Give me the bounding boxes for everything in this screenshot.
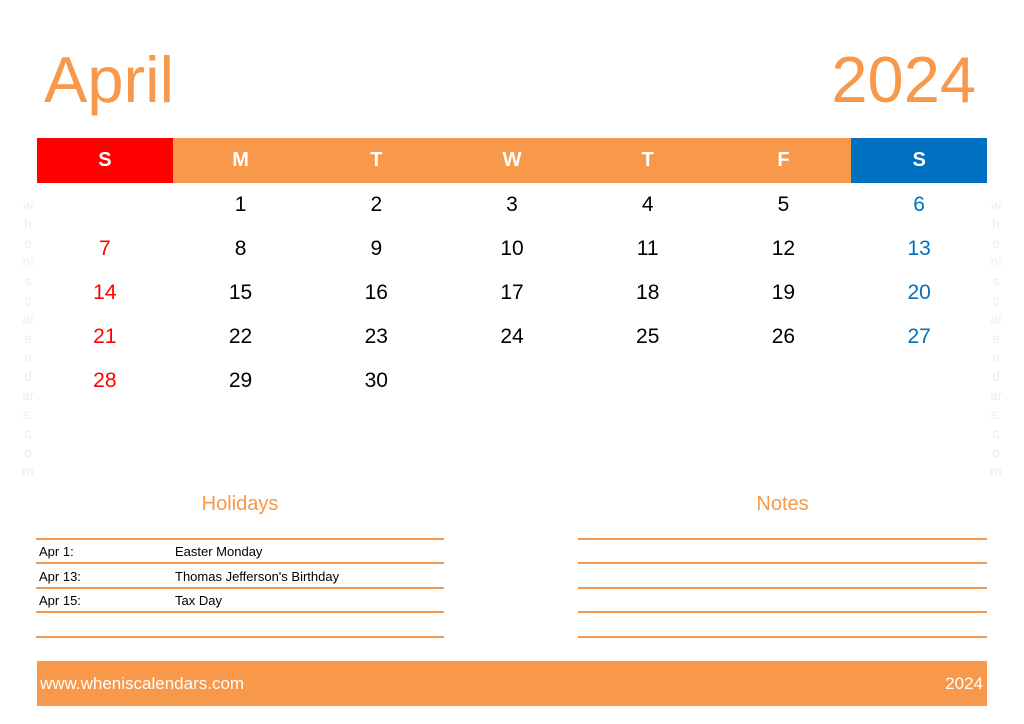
holiday-name: Easter Monday <box>175 544 263 559</box>
notes-line <box>578 636 987 638</box>
day-cell: 1 <box>234 193 247 216</box>
weekday-header-cell: T <box>579 138 716 183</box>
watermark-char: w <box>990 197 1002 213</box>
day-cell: 10 <box>500 237 524 260</box>
watermark-char: c <box>24 425 32 441</box>
weekday-header-cell: S <box>37 138 173 183</box>
watermark-char: h <box>992 216 1000 232</box>
notes-line <box>578 611 987 613</box>
watermark-right: w h e ni s c al e n d ar s. c o m <box>984 196 1008 481</box>
day-cell: 19 <box>771 281 796 304</box>
weekday-header-cell: T <box>308 138 445 183</box>
holidays-line <box>36 636 444 638</box>
watermark-char: al <box>22 311 34 327</box>
day-cell: 5 <box>777 193 790 216</box>
day-cell: 29 <box>228 369 253 392</box>
watermark-char: d <box>992 368 1000 384</box>
day-cell: 17 <box>500 281 524 304</box>
holiday-row: Apr 1: Easter Monday <box>36 539 444 563</box>
watermark-char: ni <box>990 254 1002 270</box>
day-cell: 9 <box>370 237 383 260</box>
day-cell: 20 <box>907 281 931 304</box>
day-cell: 6 <box>913 193 925 216</box>
day-cell: 23 <box>364 325 388 348</box>
watermark-char: o <box>992 444 1000 460</box>
day-cell: 21 <box>93 325 117 348</box>
empty-day-cell <box>37 183 173 227</box>
notes-line <box>578 538 987 540</box>
weekday-header-cell: M <box>172 138 309 183</box>
watermark-char: h <box>24 216 32 232</box>
day-cell: 2 <box>370 193 383 216</box>
weekday-header-cell: S <box>851 138 988 183</box>
weekday-header-cell: W <box>444 138 580 183</box>
day-cell: 25 <box>636 325 660 348</box>
empty-day-cell <box>444 359 580 403</box>
day-cell: 22 <box>228 325 253 348</box>
watermark-char: d <box>24 368 32 384</box>
watermark-char: c <box>992 292 1000 308</box>
empty-day-cell <box>716 359 852 403</box>
watermark-char: al <box>990 311 1002 327</box>
notes-title: Notes <box>756 493 809 515</box>
day-cell: 13 <box>907 237 931 260</box>
day-cell: 12 <box>771 237 796 260</box>
day-cell: 27 <box>907 325 931 348</box>
holiday-name: Tax Day <box>175 593 222 608</box>
watermark-char: e <box>992 235 1000 251</box>
watermark-char: s <box>992 273 1000 289</box>
watermark-left: w h e ni s c al e n d ar s. c o m <box>16 196 40 481</box>
watermark-char: n <box>24 349 32 365</box>
notes-line <box>578 562 987 564</box>
day-cell: 3 <box>506 193 518 216</box>
notes-line <box>578 587 987 589</box>
day-cell: 11 <box>636 237 659 260</box>
weekday-header-cell: F <box>715 138 852 183</box>
watermark-char: m <box>990 463 1002 479</box>
holiday-name: Thomas Jefferson's Birthday <box>175 569 340 584</box>
day-cell: 4 <box>641 193 654 216</box>
watermark-char: e <box>24 330 32 346</box>
month-title: April <box>44 43 175 116</box>
watermark-char: c <box>992 425 1000 441</box>
holiday-date: Apr 15: <box>39 593 81 608</box>
watermark-char: o <box>24 444 32 460</box>
footer-bar: www.wheniscalendars.com 2024 <box>37 661 987 706</box>
day-cell: 14 <box>93 281 117 304</box>
day-cell: 30 <box>364 369 388 392</box>
watermark-char: ar <box>21 387 35 403</box>
watermark-char: c <box>24 292 32 308</box>
footer-url[interactable]: www.wheniscalendars.com <box>40 674 244 694</box>
day-cell: 8 <box>234 237 247 260</box>
day-cell: 28 <box>93 369 117 392</box>
day-cell: 26 <box>771 325 796 348</box>
weekday-header: SMTWTFS <box>37 138 988 183</box>
year-title: 2024 <box>831 43 976 116</box>
calendar-grid: 1 2 3 4 5 6 7 8 9 10 11 12 13 14 15 16 17 18 19 20 21 22 23 24 2… <box>37 183 987 403</box>
holiday-row: Apr 13: Thomas Jefferson's Birthday <box>36 564 444 588</box>
holidays-title: Holidays <box>201 493 279 515</box>
watermark-char: w <box>22 197 34 213</box>
holiday-date: Apr 1: <box>39 544 74 559</box>
day-cell: 16 <box>364 281 388 304</box>
watermark-char: n <box>992 349 1000 365</box>
watermark-char: ar <box>989 387 1003 403</box>
holiday-date: Apr 13: <box>39 569 81 584</box>
day-cell: 24 <box>500 325 524 348</box>
watermark-char: s. <box>22 406 34 422</box>
watermark-char: s <box>24 273 32 289</box>
watermark-char: e <box>992 330 1000 346</box>
watermark-char: ni <box>22 254 34 270</box>
empty-day-cell <box>851 359 987 403</box>
footer-year: 2024 <box>945 674 983 693</box>
day-cell: 7 <box>99 237 111 260</box>
watermark-char: e <box>24 235 32 251</box>
day-cell: 15 <box>228 281 253 304</box>
holiday-row: Apr 15: Tax Day <box>36 588 444 612</box>
day-cell: 18 <box>636 281 660 304</box>
empty-day-cell <box>580 359 716 403</box>
watermark-char: m <box>22 463 34 479</box>
watermark-char: s. <box>990 406 1002 422</box>
